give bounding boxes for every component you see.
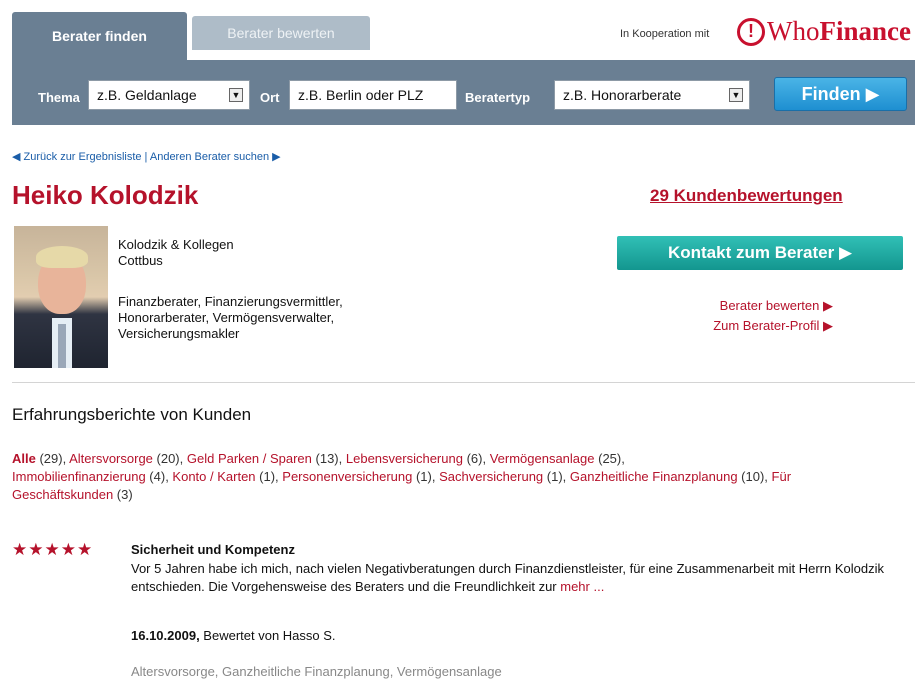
thema-select[interactable]: z.B. Geldanlage ▼ xyxy=(88,80,250,110)
find-button[interactable]: Finden ▶ xyxy=(774,77,907,111)
advisor-name: Heiko Kolodzik xyxy=(12,180,199,210)
advisor-roles-line: Honorarberater, Vermögensverwalter, xyxy=(118,310,335,325)
category-count: (1), xyxy=(255,469,283,484)
category-count: (13), xyxy=(311,451,346,466)
review-meta: 16.10.2009, Bewertet von Hasso S. xyxy=(131,628,336,643)
read-more-link[interactable]: mehr ... xyxy=(560,579,604,594)
top-tab-bar: Berater finden Berater bewerten In Koope… xyxy=(0,0,915,60)
category-count: (4), xyxy=(145,469,173,484)
photo-hair xyxy=(36,246,88,268)
category-count: (29), xyxy=(35,451,70,466)
category-link[interactable]: Geld Parken / Sparen xyxy=(187,451,312,466)
thema-select-value: z.B. Geldanlage xyxy=(97,87,197,103)
logo-who-text: Who xyxy=(767,16,820,46)
advisor-city: Cottbus xyxy=(118,253,163,268)
chevron-down-icon: ▼ xyxy=(729,88,743,102)
advisor-company-block: Kolodzik & Kollegen Cottbus xyxy=(118,237,234,269)
beratertyp-select[interactable]: z.B. Honorarberate ▼ xyxy=(554,80,750,110)
reviews-section-title: Erfahrungsberichte von Kunden xyxy=(12,405,252,424)
category-link[interactable]: Lebensversicherung xyxy=(346,451,463,466)
logo-mark-icon: ! xyxy=(737,17,765,46)
category-link[interactable]: Konto / Karten xyxy=(172,469,255,484)
advisor-profile-link[interactable]: Zum Berater-Profil ▶ xyxy=(713,318,833,334)
category-link[interactable]: Personenversicherung xyxy=(282,469,412,484)
advisor-company: Kolodzik & Kollegen xyxy=(118,237,234,252)
tab-berater-finden[interactable]: Berater finden xyxy=(12,12,187,60)
category-link[interactable]: Immobilienfinanzierung xyxy=(12,469,146,484)
category-count: (1), xyxy=(543,469,570,484)
review-text: Vor 5 Jahren habe ich mich, nach vielen … xyxy=(131,561,884,594)
category-link[interactable]: Alle xyxy=(12,451,36,466)
breadcrumb[interactable]: ◀ Zurück zur Ergebnisliste | Anderen Ber… xyxy=(12,150,281,163)
review-title: Sicherheit und Kompetenz xyxy=(131,542,295,557)
category-link[interactable]: Ganzheitliche Finanzplanung xyxy=(570,469,738,484)
beratertyp-label: Beratertyp xyxy=(465,90,531,105)
contact-advisor-button[interactable]: Kontakt zum Berater ▶ xyxy=(617,236,903,270)
search-bar: Thema z.B. Geldanlage ▼ Ort z.B. Berlin … xyxy=(12,60,915,125)
ort-input[interactable]: z.B. Berlin oder PLZ xyxy=(289,80,457,110)
category-count: (20), xyxy=(152,451,187,466)
chevron-down-icon: ▼ xyxy=(229,88,243,102)
divider xyxy=(12,382,915,383)
category-count: (10), xyxy=(737,469,772,484)
reviews-count-link[interactable]: 29 Kundenbewertungen xyxy=(650,186,843,206)
logo-finance-text: Finance xyxy=(819,16,911,46)
review-date: 16.10.2009, xyxy=(131,628,200,643)
advisor-photo xyxy=(14,226,108,368)
category-count: (3) xyxy=(113,487,133,502)
category-count: (1), xyxy=(412,469,440,484)
thema-label: Thema xyxy=(38,90,80,105)
category-link[interactable]: Sachversicherung xyxy=(439,469,543,484)
cooperation-label: In Kooperation mit xyxy=(620,28,710,40)
review-tags: Altersvorsorge, Ganzheitliche Finanzplan… xyxy=(131,664,502,679)
review-author: Bewertet von Hasso S. xyxy=(199,628,336,643)
review-body: Vor 5 Jahren habe ich mich, nach vielen … xyxy=(131,560,901,596)
category-count: (6), xyxy=(462,451,490,466)
ort-label: Ort xyxy=(260,90,280,105)
photo-tie xyxy=(58,324,66,368)
tab-berater-bewerten[interactable]: Berater bewerten xyxy=(192,16,370,50)
advisor-roles: Finanzberater, Finanzierungsvermittler, … xyxy=(118,294,418,342)
star-rating: ★★★★★ xyxy=(12,540,94,559)
category-filter-list: Alle (29), Altersvorsorge (20), Geld Par… xyxy=(12,450,892,504)
category-count: (25), xyxy=(594,451,625,466)
category-link[interactable]: Altersvorsorge xyxy=(69,451,153,466)
whofinance-logo[interactable]: ! Who Finance xyxy=(737,16,911,47)
category-link[interactable]: Vermögensanlage xyxy=(490,451,595,466)
advisor-roles-line: Finanzberater, Finanzierungsvermittler, xyxy=(118,294,343,309)
advisor-roles-line: Versicherungsmakler xyxy=(118,326,240,341)
rate-advisor-link[interactable]: Berater bewerten ▶ xyxy=(720,298,833,314)
ort-input-value: z.B. Berlin oder PLZ xyxy=(298,87,424,103)
beratertyp-select-value: z.B. Honorarberate xyxy=(563,87,682,103)
